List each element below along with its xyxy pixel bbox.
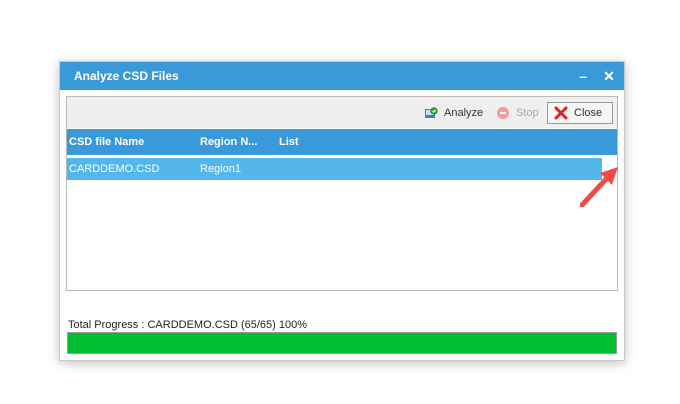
annotation-arrow-icon <box>580 167 618 207</box>
analyze-csd-files-dialog: Analyze CSD Files – ✕ Analyze Stop Close… <box>59 61 625 361</box>
red-x-icon <box>554 106 568 120</box>
title-bar[interactable]: Analyze CSD Files – ✕ <box>60 62 624 90</box>
analyze-button[interactable]: Analyze <box>424 102 483 124</box>
stop-button[interactable]: Stop <box>496 102 539 124</box>
close-button[interactable]: Close <box>547 102 614 124</box>
progress-bar <box>67 332 617 354</box>
window-close-button[interactable]: ✕ <box>599 66 619 86</box>
cell-csd-file-name: CARDDEMO.CSD <box>69 163 160 175</box>
stop-label: Stop <box>516 107 539 119</box>
column-header-csd-file-name[interactable]: CSD file Name <box>69 136 144 148</box>
table-row[interactable]: CARDDEMO.CSD Region1 <box>67 158 602 180</box>
cell-region: Region1 <box>200 163 241 175</box>
analyze-icon <box>424 106 438 120</box>
files-panel: Analyze Stop Close CSD file Name Region … <box>66 96 618 291</box>
stop-icon <box>496 106 510 120</box>
window-title: Analyze CSD Files <box>74 69 179 83</box>
column-header-region-name[interactable]: Region N... <box>200 136 257 148</box>
minimize-button[interactable]: – <box>573 66 593 86</box>
grid-header: CSD file Name Region N... List <box>67 129 617 155</box>
analyze-label: Analyze <box>444 107 484 119</box>
close-label: Close <box>574 107 603 119</box>
total-progress-label: Total Progress : CARDDEMO.CSD (65/65) 10… <box>68 319 308 331</box>
toolbar: Analyze Stop Close <box>67 97 617 128</box>
column-header-list[interactable]: List <box>279 136 299 148</box>
progress-bar-fill <box>68 333 616 353</box>
